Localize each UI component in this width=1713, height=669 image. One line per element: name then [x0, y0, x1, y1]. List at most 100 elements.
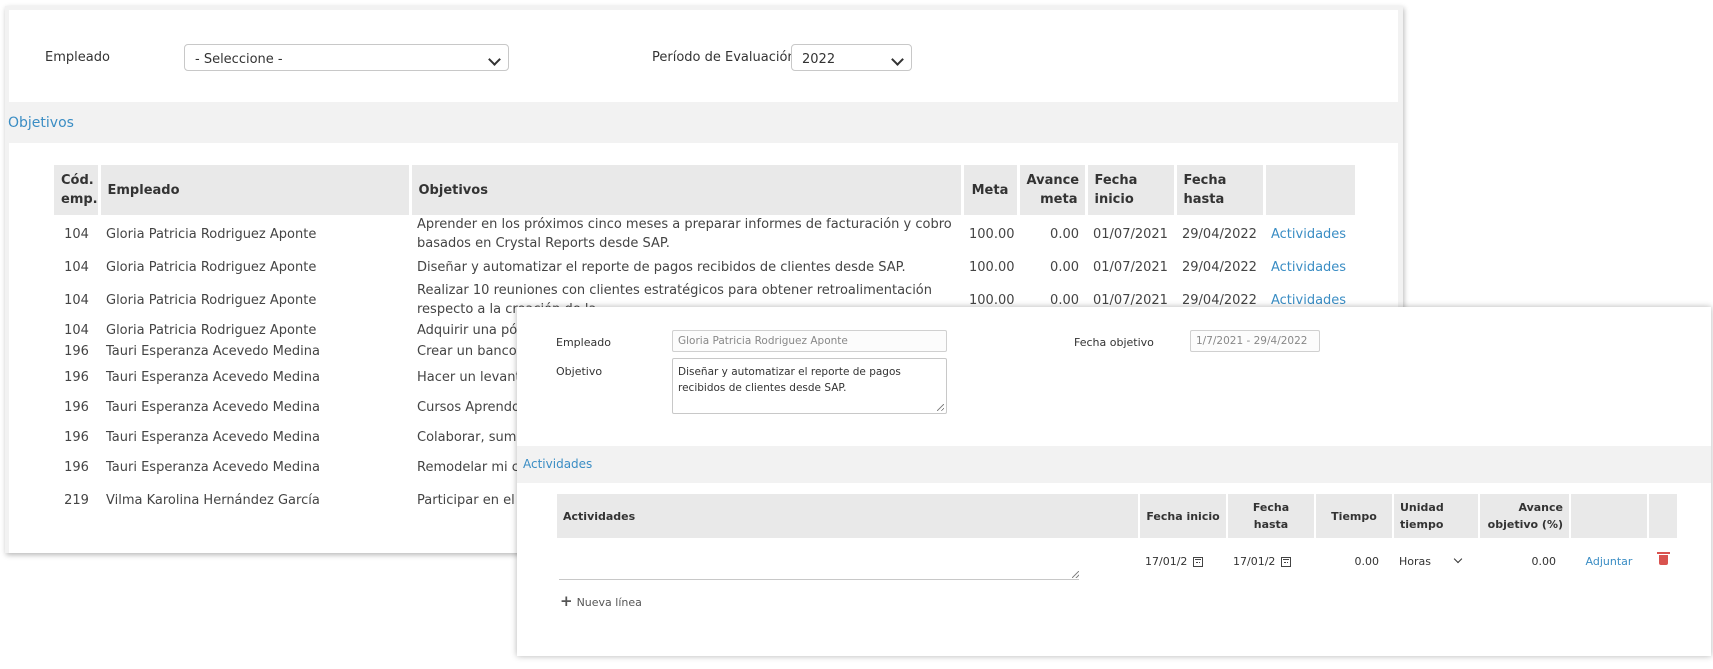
cell-code: 196 [64, 369, 89, 385]
cell-code: 196 [64, 429, 89, 445]
activities-link[interactable]: Actividades [1271, 293, 1346, 308]
cell-actions: Actividades [1264, 215, 1356, 253]
attach-link[interactable]: Adjuntar [1586, 555, 1633, 568]
filter-bar: Empleado - Seleccione - Período de Evalu… [9, 10, 1398, 102]
cell-meta: 100.00 [969, 226, 1015, 242]
col-actions [1264, 165, 1358, 215]
col-start-date[interactable]: Fecha inicio [1086, 165, 1177, 215]
cell-employee: Gloria Patricia Rodriguez Aponte [106, 259, 317, 275]
resize-handle[interactable] [1072, 570, 1079, 578]
cell-end-date: 29/04/2022 [1182, 259, 1257, 275]
trash-icon[interactable] [1656, 551, 1670, 565]
calendar-icon[interactable] [1281, 556, 1292, 567]
col-end-date[interactable]: Fecha hasta [1175, 165, 1266, 215]
col-delete [1648, 494, 1679, 538]
activity-description-input[interactable] [559, 553, 1079, 580]
time-unit-select[interactable]: Horas [1393, 538, 1479, 584]
col-objective[interactable]: Objetivos [410, 165, 964, 215]
cell-code: 104 [64, 322, 89, 338]
time-unit-value: Horas [1399, 554, 1431, 568]
cell-employee: Gloria Patricia Rodriguez Aponte [106, 292, 317, 308]
detail-employee-field: Gloria Patricia Rodriguez Aponte [672, 330, 947, 352]
cell-employee: Tauri Esperanza Acevedo Medina [106, 429, 320, 445]
cell-employee: Vilma Karolina Hernández García [106, 492, 320, 508]
cell-code: 196 [64, 343, 89, 359]
activities-section-title: Actividades [523, 457, 593, 471]
detail-date-label: Fecha objetivo [1074, 336, 1154, 349]
cell-code: 104 [64, 226, 89, 242]
activity-end-date-value[interactable]: 17/01/2 [1233, 555, 1275, 568]
col-time-unit: Unidad tiempo [1393, 494, 1480, 538]
activities-header-row: Actividades Fecha inicio Fecha hasta Tie… [557, 494, 1679, 538]
attach-link-cell: Adjuntar [1570, 538, 1648, 584]
cell-start-date: 01/07/2021 [1093, 259, 1168, 275]
period-select[interactable]: 2022 [791, 44, 912, 71]
activity-end-date[interactable]: 17/01/2 [1227, 538, 1315, 584]
table-row: 104 Gloria Patricia Rodriguez Aponte Apren… [54, 215, 1356, 253]
chevron-down-icon [488, 53, 501, 66]
col-progress[interactable]: Avance meta [1018, 165, 1088, 215]
cell-actions: Actividades [1264, 253, 1356, 281]
detail-date-value: 1/7/2021 - 29/4/2022 [1196, 335, 1308, 347]
calendar-icon[interactable] [1193, 556, 1204, 567]
col-employee[interactable]: Empleado [99, 165, 412, 215]
employee-select-value: - Seleccione - [195, 52, 283, 67]
cell-progress: 0.00 [1050, 259, 1079, 275]
plus-icon: + [560, 592, 573, 610]
cell-code: 196 [64, 399, 89, 415]
detail-objective-label: Objetivo [556, 365, 603, 378]
chevron-down-icon [1453, 554, 1463, 563]
cell-employee: Tauri Esperanza Acevedo Medina [106, 399, 320, 415]
cell-code: 104 [64, 259, 89, 275]
col-attach [1570, 494, 1649, 538]
col-code[interactable]: Cód. emp. [54, 165, 101, 215]
col-act-progress: Avance objetivo (%) [1479, 494, 1571, 538]
detail-employee-label: Empleado [556, 336, 611, 349]
table-row: 104 Gloria Patricia Rodriguez Aponte Diseñ… [54, 253, 1356, 281]
detail-employee-value: Gloria Patricia Rodriguez Aponte [678, 335, 848, 347]
cell-progress: 0.00 [1050, 226, 1079, 242]
cell-employee: Gloria Patricia Rodriguez Aponte [106, 226, 317, 242]
activities-section: Actividades Actividades Fecha inicio Fec… [517, 447, 1711, 656]
cell-objective: Aprender en los próximos cinco meses a p… [417, 217, 952, 251]
cell-employee: Tauri Esperanza Acevedo Medina [106, 369, 320, 385]
cell-meta: 100.00 [969, 259, 1015, 275]
resize-handle[interactable] [937, 404, 944, 411]
objectives-section-title: Objetivos [8, 115, 74, 131]
new-line-label: Nueva línea [576, 596, 642, 609]
cell-code: 196 [64, 459, 89, 475]
employee-select[interactable]: - Seleccione - [184, 44, 509, 71]
activities-table: Actividades Fecha inicio Fecha hasta Tie… [557, 494, 1679, 584]
cell-end-date: 29/04/2022 [1182, 226, 1257, 242]
activity-start-date[interactable]: 17/01/2 [1139, 538, 1227, 584]
detail-form: Empleado Gloria Patricia Rodriguez Apont… [517, 307, 1711, 446]
delete-cell [1648, 538, 1678, 584]
cell-employee: Gloria Patricia Rodriguez Aponte [106, 322, 317, 338]
detail-objective-value: Diseñar y automatizar el reporte de pago… [678, 366, 901, 394]
chevron-down-icon [891, 53, 904, 66]
period-select-value: 2022 [802, 52, 836, 67]
cell-code: 219 [64, 492, 89, 508]
employee-filter-label: Empleado [45, 50, 110, 65]
cell-employee: Tauri Esperanza Acevedo Medina [106, 343, 320, 359]
col-activities: Actividades [557, 494, 1140, 538]
objectives-header-row: Cód. emp. Empleado Objetivos Meta Avance… [54, 165, 1358, 215]
detail-objective-textarea[interactable]: Diseñar y automatizar el reporte de pago… [672, 358, 947, 414]
objective-detail-panel: Empleado Gloria Patricia Rodriguez Apont… [517, 307, 1711, 656]
detail-date-field: 1/7/2021 - 29/4/2022 [1190, 330, 1320, 352]
activity-time-input[interactable]: 0.00 [1315, 538, 1393, 584]
cell-employee: Tauri Esperanza Acevedo Medina [106, 459, 320, 475]
activities-link[interactable]: Actividades [1271, 260, 1346, 275]
activities-link[interactable]: Actividades [1271, 227, 1346, 242]
cell-objective: Diseñar y automatizar el reporte de pago… [417, 259, 906, 275]
col-act-end: Fecha hasta [1227, 494, 1316, 538]
col-meta[interactable]: Meta [962, 165, 1020, 215]
col-time: Tiempo [1315, 494, 1394, 538]
activity-start-date-value[interactable]: 17/01/2 [1145, 555, 1187, 568]
activity-row: 17/01/2 17/01/2 0.00 Horas 0.00 Adjuntar [557, 538, 1678, 584]
period-filter-label: Período de Evaluación [652, 50, 796, 65]
cell-start-date: 01/07/2021 [1093, 226, 1168, 242]
cell-code: 104 [64, 292, 89, 308]
activity-progress-input[interactable]: 0.00 [1479, 538, 1570, 584]
new-line-button[interactable]: + Nueva línea [560, 592, 642, 610]
